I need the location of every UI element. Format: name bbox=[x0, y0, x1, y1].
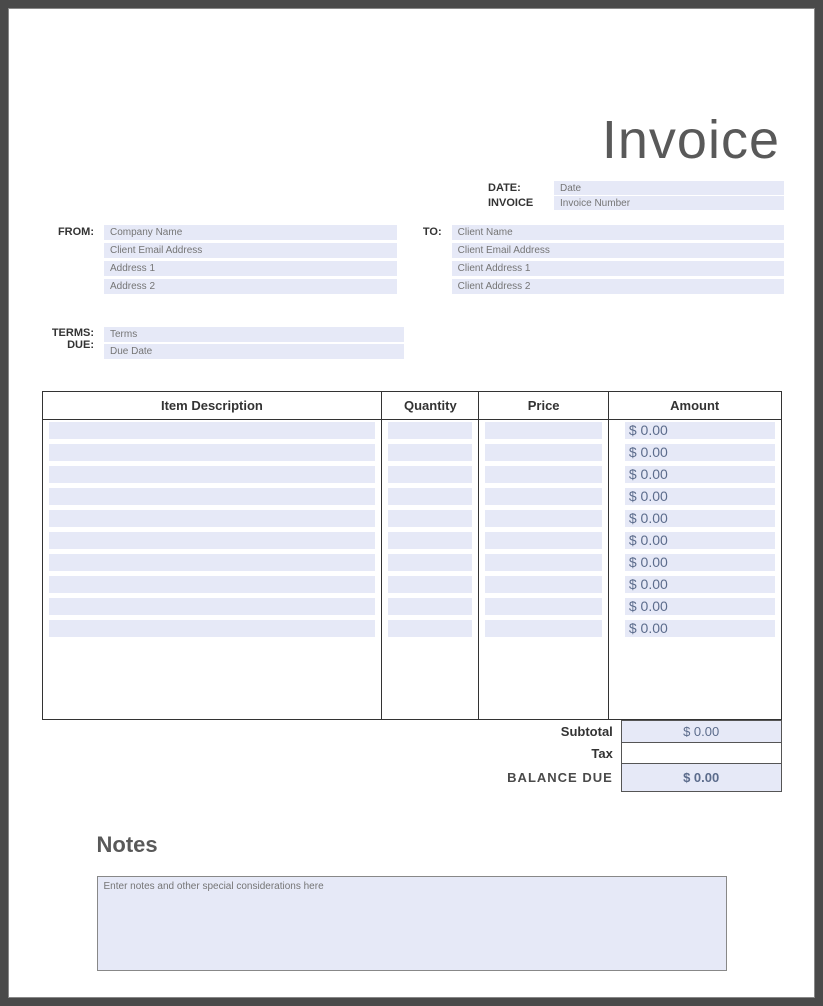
item-amount: $ 0.00 bbox=[625, 576, 775, 593]
item-description-field[interactable] bbox=[49, 532, 376, 549]
item-quantity-field[interactable] bbox=[388, 576, 472, 593]
table-row: $ 0.00 bbox=[42, 596, 781, 618]
item-price-field[interactable] bbox=[485, 510, 601, 527]
invoice-number-label: INVOICE bbox=[484, 197, 554, 209]
due-label: DUE: bbox=[49, 339, 94, 351]
date-label: DATE: bbox=[484, 182, 554, 194]
item-description-field[interactable] bbox=[49, 444, 376, 461]
table-row: $ 0.00 bbox=[42, 464, 781, 486]
item-quantity-field[interactable] bbox=[388, 620, 472, 637]
table-row: $ 0.00 bbox=[42, 420, 781, 442]
invoice-meta: DATE: INVOICE bbox=[39, 181, 784, 211]
header-description: Item Description bbox=[42, 392, 382, 420]
parties: FROM: TO: bbox=[39, 225, 784, 297]
balance-due-label: BALANCE DUE bbox=[462, 764, 622, 792]
item-amount: $ 0.00 bbox=[625, 554, 775, 571]
table-row: $ 0.00 bbox=[42, 530, 781, 552]
item-price-field[interactable] bbox=[485, 444, 601, 461]
header-amount: Amount bbox=[608, 392, 781, 420]
item-description-field[interactable] bbox=[49, 422, 376, 439]
page-title: Invoice bbox=[39, 109, 784, 171]
terms-field[interactable] bbox=[104, 327, 404, 342]
table-row: $ 0.00 bbox=[42, 508, 781, 530]
item-price-field[interactable] bbox=[485, 598, 601, 615]
item-quantity-field[interactable] bbox=[388, 510, 472, 527]
from-email-field[interactable] bbox=[104, 243, 397, 258]
item-price-field[interactable] bbox=[485, 554, 601, 571]
item-description-field[interactable] bbox=[49, 576, 376, 593]
to-email-field[interactable] bbox=[452, 243, 784, 258]
item-quantity-field[interactable] bbox=[388, 532, 472, 549]
from-address1-field[interactable] bbox=[104, 261, 397, 276]
due-date-field[interactable] bbox=[104, 344, 404, 359]
header-quantity: Quantity bbox=[382, 392, 479, 420]
item-amount: $ 0.00 bbox=[625, 466, 775, 483]
terms-block: TERMS: DUE: bbox=[49, 327, 784, 361]
balance-due-value: $ 0.00 bbox=[621, 764, 781, 792]
notes-block: Notes bbox=[97, 832, 727, 976]
item-quantity-field[interactable] bbox=[388, 598, 472, 615]
item-price-field[interactable] bbox=[485, 532, 601, 549]
item-description-field[interactable] bbox=[49, 488, 376, 505]
table-row: $ 0.00 bbox=[42, 486, 781, 508]
from-company-field[interactable] bbox=[104, 225, 397, 240]
header-price: Price bbox=[479, 392, 608, 420]
item-price-field[interactable] bbox=[485, 620, 601, 637]
to-block: TO: bbox=[422, 225, 784, 297]
table-row: $ 0.00 bbox=[42, 574, 781, 596]
table-filler-row bbox=[42, 640, 781, 720]
item-amount: $ 0.00 bbox=[625, 510, 775, 527]
item-quantity-field[interactable] bbox=[388, 554, 472, 571]
table-row: $ 0.00 bbox=[42, 552, 781, 574]
item-description-field[interactable] bbox=[49, 554, 376, 571]
notes-title: Notes bbox=[97, 832, 727, 858]
item-quantity-field[interactable] bbox=[388, 422, 472, 439]
item-amount: $ 0.00 bbox=[625, 422, 775, 439]
table-row: $ 0.00 bbox=[42, 618, 781, 640]
terms-label: TERMS: bbox=[49, 327, 94, 339]
invoice-number-field[interactable] bbox=[554, 196, 784, 210]
from-block: FROM: bbox=[49, 225, 397, 297]
table-header-row: Item Description Quantity Price Amount bbox=[42, 392, 781, 420]
to-name-field[interactable] bbox=[452, 225, 784, 240]
to-address2-field[interactable] bbox=[452, 279, 784, 294]
to-address1-field[interactable] bbox=[452, 261, 784, 276]
item-amount: $ 0.00 bbox=[625, 532, 775, 549]
item-price-field[interactable] bbox=[485, 488, 601, 505]
item-price-field[interactable] bbox=[485, 466, 601, 483]
to-label: TO: bbox=[422, 225, 452, 297]
item-amount: $ 0.00 bbox=[625, 598, 775, 615]
subtotal-value: $ 0.00 bbox=[621, 721, 781, 743]
item-quantity-field[interactable] bbox=[388, 444, 472, 461]
from-label: FROM: bbox=[49, 225, 104, 297]
invoice-page: Invoice DATE: INVOICE FROM: TO: bbox=[8, 8, 815, 998]
item-quantity-field[interactable] bbox=[388, 466, 472, 483]
date-field[interactable] bbox=[554, 181, 784, 195]
tax-value bbox=[621, 743, 781, 764]
subtotal-label: Subtotal bbox=[462, 721, 622, 743]
items-table: Item Description Quantity Price Amount $… bbox=[42, 391, 782, 720]
item-amount: $ 0.00 bbox=[625, 488, 775, 505]
table-row: $ 0.00 bbox=[42, 442, 781, 464]
item-price-field[interactable] bbox=[485, 422, 601, 439]
item-price-field[interactable] bbox=[485, 576, 601, 593]
notes-field[interactable] bbox=[97, 876, 727, 971]
totals-block: Subtotal $ 0.00 Tax BALANCE DUE $ 0.00 bbox=[42, 720, 782, 792]
from-address2-field[interactable] bbox=[104, 279, 397, 294]
item-description-field[interactable] bbox=[49, 620, 376, 637]
tax-label: Tax bbox=[462, 743, 622, 764]
item-amount: $ 0.00 bbox=[625, 444, 775, 461]
item-amount: $ 0.00 bbox=[625, 620, 775, 637]
item-quantity-field[interactable] bbox=[388, 488, 472, 505]
item-description-field[interactable] bbox=[49, 466, 376, 483]
item-description-field[interactable] bbox=[49, 598, 376, 615]
item-description-field[interactable] bbox=[49, 510, 376, 527]
